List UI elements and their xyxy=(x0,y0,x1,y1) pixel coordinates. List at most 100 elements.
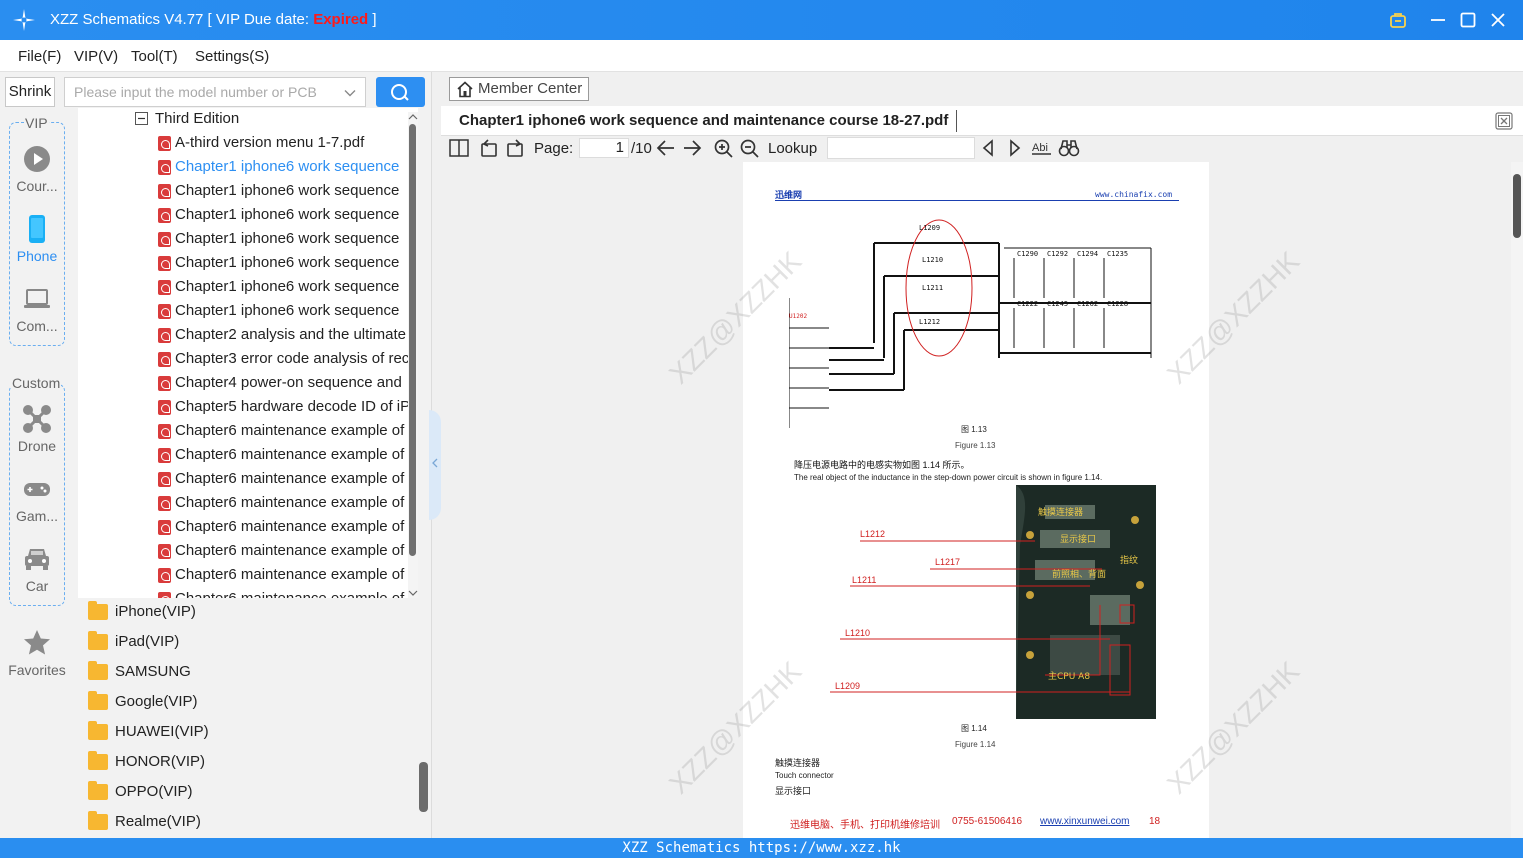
category-drone[interactable]: Drone xyxy=(0,404,74,454)
previous-page-icon[interactable] xyxy=(656,139,676,157)
cap-label: C1235 xyxy=(1107,250,1128,258)
member-center-button[interactable]: Member Center xyxy=(449,77,589,101)
status-bar: XZZ Schematics https://www.xzz.hk xyxy=(0,838,1523,858)
pdf-scrollbar[interactable] xyxy=(1511,162,1523,838)
tree-item[interactable]: Chapter1 iphone6 work sequence xyxy=(78,156,418,178)
gamepad-icon xyxy=(24,483,50,496)
tree-scrollbar[interactable] xyxy=(408,112,418,598)
close-icon[interactable] xyxy=(1488,10,1508,30)
close-document-icon[interactable] xyxy=(1495,112,1513,130)
shrink-button[interactable]: Shrink xyxy=(5,77,55,107)
two-page-view-icon[interactable] xyxy=(449,139,469,157)
category-course[interactable]: Cour... xyxy=(0,144,74,194)
tree-item[interactable]: Chapter1 iphone6 work sequence xyxy=(78,180,418,202)
board-photo: L1212 L1217 L1211 L1210 L1209 触摸连接器 显示接口… xyxy=(790,485,1156,719)
category-game[interactable]: Gam... xyxy=(0,474,74,524)
zoom-out-icon[interactable] xyxy=(740,139,760,159)
cap-label: C1290 xyxy=(1017,250,1038,258)
cap-label: C1228 xyxy=(1107,300,1128,308)
tree-item[interactable]: Chapter2 analysis and the ultimate xyxy=(78,324,418,346)
menu-bar: File(F) VIP(V) Tool(T) Settings(S) xyxy=(0,40,1523,72)
tree-item[interactable]: Chapter6 maintenance example of xyxy=(78,444,418,466)
tree-item-label: Chapter1 iphone6 work sequence xyxy=(175,302,400,319)
pdf-file-icon xyxy=(158,400,171,415)
viewer-panel: Member Center Chapter1 iphone6 work sequ… xyxy=(441,72,1523,838)
search-button[interactable] xyxy=(376,77,425,107)
tree-item[interactable]: Chapter5 hardware decode ID of iP xyxy=(78,396,418,418)
category-favorites[interactable]: Favorites xyxy=(0,628,74,678)
maximize-icon[interactable] xyxy=(1458,10,1478,30)
document-tab[interactable]: Chapter1 iphone6 work sequence and maint… xyxy=(441,106,1523,136)
find-previous-icon[interactable] xyxy=(981,139,995,157)
tree-item-label: Chapter3 error code analysis of rec xyxy=(175,350,410,367)
next-page-icon[interactable] xyxy=(682,139,702,157)
menu-file[interactable]: File(F) xyxy=(18,48,61,65)
match-case-icon[interactable]: Abi xyxy=(1031,139,1053,157)
tree-item[interactable]: Chapter1 iphone6 work sequence xyxy=(78,276,418,298)
pdf-file-icon xyxy=(158,328,171,343)
scroll-up-icon[interactable] xyxy=(408,112,418,122)
category-car[interactable]: Car xyxy=(0,544,74,594)
menu-settings[interactable]: Settings(S) xyxy=(195,48,269,65)
tree-item[interactable]: Chapter6 maintenance example of xyxy=(78,468,418,490)
panel-collapse-tab[interactable] xyxy=(429,410,441,520)
tree-item[interactable]: Chapter1 iphone6 work sequence xyxy=(78,252,418,274)
tree-item[interactable]: Chapter6 maintenance example of xyxy=(78,540,418,562)
folder-scroll-thumb[interactable] xyxy=(419,762,428,812)
lookup-input[interactable] xyxy=(827,137,975,159)
tree-item[interactable]: Chapter6 maintenance example of xyxy=(78,420,418,442)
category-computer[interactable]: Com... xyxy=(0,284,74,334)
pdf-file-icon xyxy=(158,352,171,367)
rotate-left-icon[interactable] xyxy=(479,139,499,157)
pdf-file-icon xyxy=(158,520,171,535)
figure-1-14-cn: 图 1.14 xyxy=(961,724,987,733)
scroll-down-icon[interactable] xyxy=(408,588,418,598)
tree-item[interactable]: A-third version menu 1-7.pdf xyxy=(78,132,418,154)
find-next-icon[interactable] xyxy=(1008,139,1022,157)
zoom-in-icon[interactable] xyxy=(714,139,734,159)
footer-url[interactable]: www.xinxunwei.com xyxy=(1040,816,1129,827)
cap-label: C1262 xyxy=(1077,300,1098,308)
cap-label: C1294 xyxy=(1077,250,1098,258)
tree-item[interactable]: Chapter4 power-on sequence and xyxy=(78,372,418,394)
schematic-label-l1211: L1211 xyxy=(922,284,943,292)
tree-item[interactable]: Chapter6 maintenance example of xyxy=(78,516,418,538)
photo-label-camera: 前照相、背面 xyxy=(1052,568,1106,580)
tree-folder-third-edition[interactable]: Third Edition xyxy=(155,108,405,130)
tree-item-label: Chapter6 maintenance example of xyxy=(175,542,405,559)
menu-vip[interactable]: VIP(V) xyxy=(74,48,118,65)
tree-item[interactable]: Chapter1 iphone6 work sequence xyxy=(78,228,418,250)
menu-tool[interactable]: Tool(T) xyxy=(131,48,178,65)
collapse-toggle-icon[interactable] xyxy=(135,112,148,125)
chevron-down-icon[interactable] xyxy=(344,87,356,99)
footer-phone: 0755-61506416 xyxy=(952,816,1023,827)
lookup-label: Lookup xyxy=(768,140,818,157)
tree-scroll-thumb[interactable] xyxy=(409,124,416,556)
tree-item[interactable]: Chapter1 iphone6 work sequence xyxy=(78,300,418,322)
tree-item-label: Chapter5 hardware decode ID of iP xyxy=(175,398,411,415)
tree-item-label: A-third version menu 1-7.pdf xyxy=(175,134,365,151)
car-icon xyxy=(25,549,49,570)
tree-item[interactable]: Chapter6 maintenance example of xyxy=(78,492,418,514)
pdf-file-icon xyxy=(158,568,171,583)
cap-label: C1222 xyxy=(1017,300,1038,308)
binoculars-icon[interactable] xyxy=(1058,139,1080,157)
page-number-input[interactable]: 1 xyxy=(579,138,629,158)
tree-item[interactable]: Chapter1 iphone6 work sequence xyxy=(78,204,418,226)
rotate-right-icon[interactable] xyxy=(505,139,525,157)
photo-label-l1211: L1211 xyxy=(852,575,876,585)
svg-text:Abi: Abi xyxy=(1032,142,1048,154)
tree-item[interactable]: Chapter3 error code analysis of rec xyxy=(78,348,418,370)
pdf-canvas[interactable]: 迅维网 www.chinafix.com L1209 L1210 L1211 L… xyxy=(441,162,1509,838)
category-phone[interactable]: Phone xyxy=(0,214,74,264)
pdf-scroll-thumb[interactable] xyxy=(1513,174,1521,238)
vip-bag-icon[interactable] xyxy=(1388,10,1408,30)
minimize-icon[interactable] xyxy=(1428,10,1448,30)
search-input[interactable]: Please input the model number or PCB xyxy=(64,77,366,107)
brand-folder-list: iPhone(VIP) iPad(VIP) SAMSUNG Google(VIP… xyxy=(78,600,418,838)
schematic-label-l1210: L1210 xyxy=(922,256,943,264)
tree-item[interactable]: Chapter6 maintenance example of xyxy=(78,564,418,586)
chevron-left-icon xyxy=(432,458,438,468)
tree-item[interactable]: Chapter6 maintenance example of xyxy=(78,588,418,598)
photo-label-fingerprint: 指纹 xyxy=(1120,554,1138,566)
